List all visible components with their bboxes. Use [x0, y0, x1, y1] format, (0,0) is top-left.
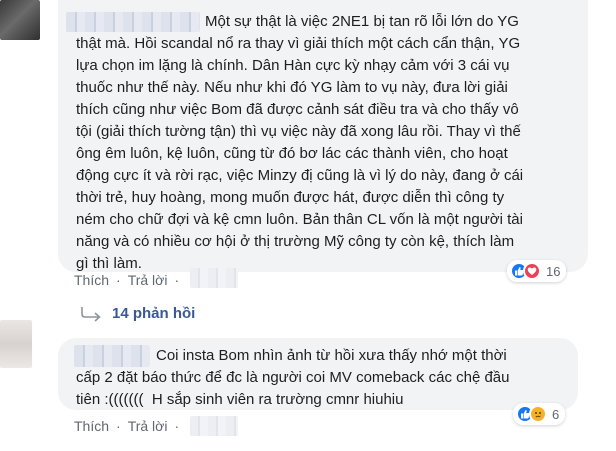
- love-icon: [523, 262, 541, 280]
- separator-dot: ·: [174, 418, 180, 434]
- comment-text: Một sự thật là việc 2NE1 bị tan rõ lỗi l…: [76, 13, 524, 272]
- reply-link[interactable]: Trả lời: [128, 272, 168, 288]
- reaction-summary[interactable]: 6: [513, 403, 566, 425]
- comment-text: Coi insta Bom nhìn ảnh từ hồi xưa thấy n…: [76, 347, 510, 408]
- commenter-avatar[interactable]: [0, 320, 32, 368]
- comment-actions: Thích · Trả lời ·: [74, 272, 186, 288]
- commenter-avatar[interactable]: [0, 0, 40, 40]
- like-link[interactable]: Thích: [74, 418, 109, 434]
- reaction-count: 16: [546, 263, 561, 279]
- reaction-count: 6: [552, 406, 560, 422]
- reply-link[interactable]: Trả lời: [128, 418, 168, 434]
- reply-arrow-icon: [81, 306, 101, 322]
- like-link[interactable]: Thích: [74, 272, 109, 288]
- reaction-summary[interactable]: 16: [507, 260, 567, 282]
- replies-count-label: 14 phản hồi: [112, 305, 196, 322]
- timestamp-redacted[interactable]: [190, 268, 238, 288]
- timestamp-redacted[interactable]: [190, 416, 238, 436]
- sad-icon: [529, 405, 547, 423]
- comment-actions: Thích · Trả lời ·: [74, 418, 186, 434]
- view-replies-link[interactable]: 14 phản hồi: [80, 305, 195, 322]
- separator-dot: ·: [116, 418, 121, 434]
- separator-dot: ·: [116, 272, 121, 288]
- separator-dot: ·: [174, 272, 180, 288]
